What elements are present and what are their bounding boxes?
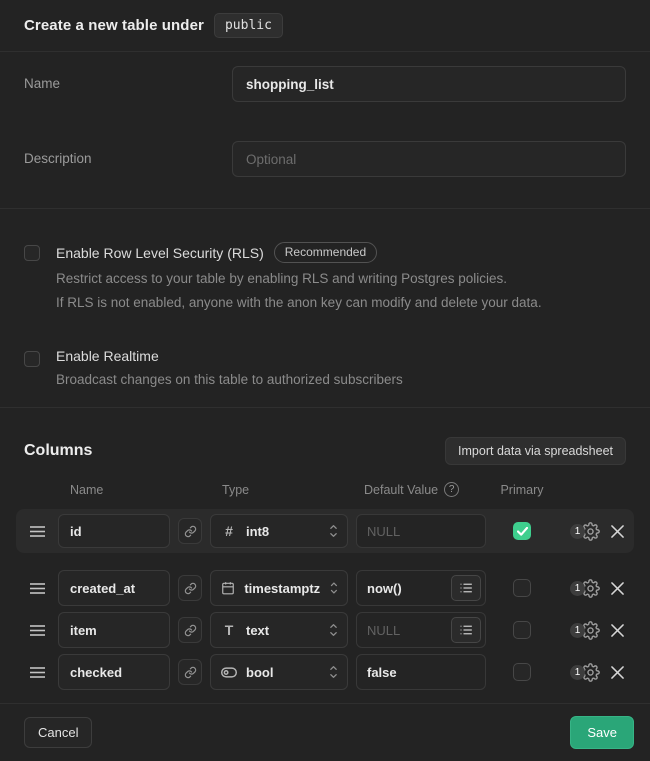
default-value-help-icon[interactable]: ? (444, 482, 459, 497)
default-value-input[interactable] (357, 581, 451, 596)
calendar-icon (221, 581, 235, 595)
chevron-updown-icon (328, 622, 339, 638)
header-default-value: Default Value (364, 483, 438, 497)
primary-checkbox-checked[interactable] (513, 522, 531, 540)
header-name: Name (58, 483, 170, 497)
header-primary: Primary (494, 483, 550, 497)
remove-column-button[interactable] (608, 525, 626, 538)
save-button[interactable]: Save (570, 716, 634, 749)
dialog-footer: Cancel Save (0, 703, 650, 761)
realtime-description: Broadcast changes on this table to autho… (56, 368, 403, 392)
default-value-field (356, 570, 486, 606)
column-type-select[interactable]: # int8 (210, 514, 348, 548)
drag-handle-icon[interactable] (24, 625, 50, 636)
toggles-section: Enable Row Level Security (RLS) Recommen… (0, 209, 650, 408)
remove-column-button[interactable] (608, 582, 626, 595)
columns-title: Columns (24, 442, 92, 460)
chevron-updown-icon (328, 664, 339, 680)
list-icon (460, 583, 472, 593)
default-value-input[interactable] (357, 623, 451, 638)
close-icon (611, 666, 624, 679)
hash-icon: # (221, 523, 237, 539)
primary-checkbox[interactable] (513, 621, 531, 639)
column-type-select[interactable]: bool (210, 654, 348, 690)
rls-title: Enable Row Level Security (RLS) (56, 245, 264, 261)
primary-checkbox[interactable] (513, 663, 531, 681)
settings-count-badge: 1 (570, 623, 585, 638)
drag-handle-icon[interactable] (24, 583, 50, 594)
settings-count-badge: 1 (570, 665, 585, 680)
default-value-input[interactable] (357, 665, 485, 680)
table-meta-section: Name Description (0, 52, 650, 209)
remove-column-button[interactable] (608, 666, 626, 679)
dialog-header: Create a new table under public (0, 0, 650, 52)
dialog-title: Create a new table under (24, 17, 204, 34)
foreign-key-icon[interactable] (178, 659, 202, 685)
default-suggestions-button[interactable] (451, 617, 481, 643)
columns-header-row: Name Type Default Value ? Primary (24, 482, 626, 497)
rls-block: Enable Row Level Security (RLS) Recommen… (24, 242, 626, 315)
column-settings-button[interactable]: 1 (558, 621, 600, 640)
chevron-updown-icon (328, 523, 339, 539)
foreign-key-icon[interactable] (178, 518, 202, 544)
description-label: Description (24, 141, 232, 166)
column-row-checked: bool 1 (24, 654, 626, 690)
toggle-icon (221, 667, 237, 678)
column-row-id: # int8 1 (16, 509, 634, 553)
default-suggestions-button[interactable] (451, 575, 481, 601)
check-icon (517, 527, 528, 536)
column-settings-button[interactable]: 1 (558, 579, 600, 598)
column-name-input[interactable] (58, 570, 170, 606)
column-settings-button[interactable]: 1 (558, 522, 600, 541)
table-name-input[interactable] (232, 66, 626, 102)
drag-handle-icon[interactable] (24, 667, 50, 678)
column-settings-button[interactable]: 1 (558, 663, 600, 682)
close-icon (611, 624, 624, 637)
rls-description: Restrict access to your table by enablin… (56, 267, 542, 315)
realtime-block: Enable Realtime Broadcast changes on thi… (24, 348, 626, 392)
settings-count-badge: 1 (570, 581, 585, 596)
primary-checkbox[interactable] (513, 579, 531, 597)
default-value-field (356, 612, 486, 648)
header-type: Type (210, 483, 348, 497)
column-name-input[interactable] (58, 612, 170, 648)
name-label: Name (24, 66, 232, 91)
text-icon: T (221, 622, 237, 638)
column-rows: # int8 1 (24, 509, 626, 690)
foreign-key-icon[interactable] (178, 575, 202, 601)
import-spreadsheet-button[interactable]: Import data via spreadsheet (445, 437, 626, 465)
close-icon (611, 582, 624, 595)
column-type-select[interactable]: T text (210, 612, 348, 648)
realtime-title: Enable Realtime (56, 348, 159, 364)
drag-handle-icon[interactable] (24, 526, 50, 537)
name-row: Name (24, 66, 626, 102)
foreign-key-icon[interactable] (178, 617, 202, 643)
column-row-created-at: timestamptz 1 (24, 570, 626, 606)
settings-count-badge: 1 (570, 524, 585, 539)
column-name-input[interactable] (58, 514, 170, 548)
column-type-select[interactable]: timestamptz (210, 570, 348, 606)
default-value-field (356, 654, 486, 690)
default-value-input[interactable] (357, 524, 485, 539)
remove-column-button[interactable] (608, 624, 626, 637)
column-row-item: T text 1 (24, 612, 626, 648)
columns-section: Columns Import data via spreadsheet Name… (0, 408, 650, 703)
description-row: Description (24, 141, 626, 177)
rls-checkbox[interactable] (24, 245, 40, 261)
list-icon (460, 625, 472, 635)
recommended-badge: Recommended (274, 242, 377, 263)
default-value-field (356, 514, 486, 548)
realtime-checkbox[interactable] (24, 351, 40, 367)
table-description-input[interactable] (232, 141, 626, 177)
close-icon (611, 525, 624, 538)
cancel-button[interactable]: Cancel (24, 717, 92, 748)
schema-badge: public (214, 13, 283, 38)
column-name-input[interactable] (58, 654, 170, 690)
chevron-updown-icon (329, 580, 339, 596)
